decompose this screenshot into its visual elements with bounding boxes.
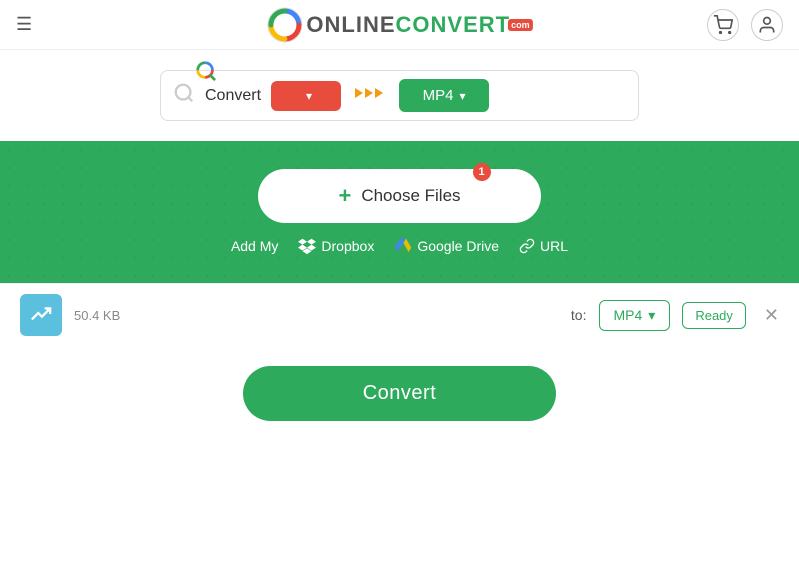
dropbox-label: Dropbox bbox=[321, 238, 374, 254]
format-to-label: MP4 bbox=[423, 87, 454, 104]
header-right bbox=[707, 9, 783, 41]
convert-text: Convert bbox=[205, 87, 261, 105]
file-format-chevron: ▾ bbox=[648, 307, 655, 324]
file-row: 50.4 KB to: MP4 ▾ Ready ✕ bbox=[0, 283, 799, 346]
gdrive-label: Google Drive bbox=[417, 238, 499, 254]
arrow-icon bbox=[355, 83, 385, 108]
logo-online: ONLINE bbox=[306, 12, 395, 38]
file-thumbnail bbox=[20, 294, 62, 336]
search-icon bbox=[173, 82, 195, 110]
dropbox-option[interactable]: Dropbox bbox=[298, 237, 374, 255]
url-icon bbox=[519, 238, 535, 254]
url-option[interactable]: URL bbox=[519, 238, 568, 254]
dropbox-icon bbox=[298, 237, 316, 255]
ready-badge: Ready bbox=[682, 302, 746, 329]
search-bar-container: Convert ▾ MP4 ▾ bbox=[0, 50, 799, 141]
choose-files-button[interactable]: + Choose Files 1 bbox=[258, 169, 540, 223]
cart-icon[interactable] bbox=[707, 9, 739, 41]
plus-icon: + bbox=[338, 183, 351, 209]
file-icon bbox=[30, 302, 52, 329]
file-size-label: 50.4 KB bbox=[74, 308, 559, 323]
to-label: to: bbox=[571, 307, 587, 323]
logo-convert: CONVERT bbox=[396, 12, 511, 38]
header: ☰ ONLINE CONVERT com bbox=[0, 0, 799, 50]
logo-com-badge: com bbox=[508, 19, 533, 31]
file-format-label: MP4 bbox=[614, 307, 643, 323]
add-my-row: Add My Dropbox Google Drive URL bbox=[231, 237, 568, 255]
format-to-button[interactable]: MP4 ▾ bbox=[399, 79, 489, 112]
upload-section: + Choose Files 1 Add My Dropbox Google D… bbox=[0, 141, 799, 283]
logo-icon bbox=[266, 7, 302, 43]
remove-file-button[interactable]: ✕ bbox=[764, 305, 779, 326]
file-format-select[interactable]: MP4 ▾ bbox=[599, 300, 671, 331]
convert-button[interactable]: Convert bbox=[243, 366, 557, 421]
convert-section: Convert bbox=[0, 346, 799, 441]
logo-container: ONLINE CONVERT com bbox=[266, 7, 532, 43]
search-bar: Convert ▾ MP4 ▾ bbox=[160, 70, 639, 121]
file-count-badge: 1 bbox=[473, 163, 491, 181]
url-label: URL bbox=[540, 238, 568, 254]
format-from-chevron: ▾ bbox=[306, 89, 312, 103]
format-from-button[interactable]: ▾ bbox=[271, 81, 341, 111]
hamburger-icon[interactable]: ☰ bbox=[16, 14, 32, 35]
format-to-chevron: ▾ bbox=[459, 89, 465, 103]
gdrive-option[interactable]: Google Drive bbox=[394, 237, 499, 255]
gdrive-icon bbox=[394, 237, 412, 255]
add-my-label: Add My bbox=[231, 238, 278, 254]
header-left: ☰ bbox=[16, 14, 32, 35]
user-icon[interactable] bbox=[751, 9, 783, 41]
choose-files-label: Choose Files bbox=[361, 186, 460, 206]
